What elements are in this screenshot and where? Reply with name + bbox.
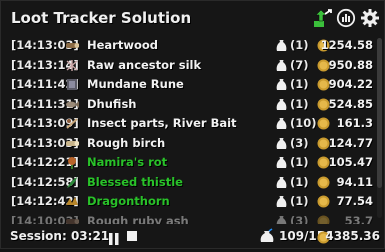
- item-quantity: (7): [290, 57, 309, 72]
- bag-icon: [276, 156, 287, 169]
- birch-log-icon: [65, 137, 80, 150]
- silk-icon: [65, 59, 79, 72]
- item-value: 94.11: [336, 174, 373, 189]
- item-name: Rough ruby ash: [87, 213, 189, 225]
- loot-row[interactable]: [14:13:09] Insect parts, River Bait (10) 16…: [1, 114, 375, 134]
- item-quantity: (3): [290, 135, 309, 150]
- bag-icon: [276, 78, 287, 91]
- wood-log-icon: [65, 39, 80, 52]
- gold-coin-icon: [317, 176, 330, 189]
- gold-coin-icon: [317, 215, 330, 224]
- loot-list[interactable]: [14:13:03] Heartwood (1) 1254.58 [14:13:14] R…: [1, 36, 375, 224]
- insect-bait-icon: [65, 117, 79, 130]
- item-value: 105.47: [328, 155, 373, 169]
- bag-icon: [276, 195, 287, 208]
- rune-icon: [65, 78, 79, 91]
- item-quantity: (10): [290, 116, 317, 130]
- pause-button[interactable]: [109, 230, 119, 245]
- item-quantity: (1): [290, 194, 309, 208]
- item-quantity: (1): [290, 174, 309, 189]
- loot-row[interactable]: [14:11:42] Mundane Rune (1) 904.22: [1, 75, 375, 95]
- loot-row[interactable]: [14:12:42] Dragonthorn (1) 77.54: [1, 192, 375, 212]
- loot-tracker-window: Loot Tracker Solution [14:13:03] Heartwo…: [0, 0, 385, 249]
- ash-log-icon: [65, 215, 80, 225]
- stop-button[interactable]: [127, 231, 137, 241]
- bag-icon: [276, 117, 287, 130]
- item-quantity: (3): [290, 213, 309, 225]
- item-value: 77.54: [336, 194, 373, 208]
- inventory-bag-icon: [259, 228, 275, 244]
- item-name: Raw ancestor silk: [87, 57, 202, 72]
- item-value: 524.85: [328, 96, 373, 111]
- scrollbar[interactable]: [377, 38, 382, 218]
- session-footer: Session: 03:21 109/150 4385.36: [1, 225, 385, 249]
- stats-icon[interactable]: [335, 7, 357, 29]
- bag-icon: [276, 137, 287, 150]
- item-name: Insect parts, River Bait: [87, 116, 237, 130]
- item-quantity: (1): [290, 77, 309, 91]
- bag-icon: [276, 215, 287, 224]
- item-quantity: (1): [290, 38, 309, 52]
- loot-row[interactable]: [14:10:03] Rough ruby ash (3) 53.7: [1, 212, 375, 225]
- loot-row[interactable]: [14:13:03] Rough birch (3) 124.77: [1, 134, 375, 154]
- item-value: 1254.58: [320, 38, 373, 52]
- item-name: Rough birch: [87, 135, 166, 150]
- bag-icon: [276, 39, 287, 52]
- scrollbar-thumb[interactable]: [377, 38, 382, 188]
- herb-icon: [65, 156, 79, 169]
- loot-row[interactable]: [14:12:21] Namira's rot (1) 105.47: [1, 153, 375, 173]
- item-value: 124.77: [328, 135, 373, 150]
- item-name: Dragonthorn: [87, 194, 170, 208]
- item-name: Namira's rot: [87, 155, 168, 169]
- item-value: 53.7: [344, 213, 373, 225]
- loot-row[interactable]: [14:12:58] Blessed thistle (1) 94.11: [1, 173, 375, 193]
- loot-row[interactable]: [14:13:14] Raw ancestor silk (7) 950.88: [1, 56, 375, 76]
- total-loot-value: 4385.36: [325, 229, 380, 243]
- bag-icon: [276, 59, 287, 72]
- gold-coin-icon: [317, 195, 330, 208]
- item-value: 904.22: [328, 77, 373, 91]
- item-name: Blessed thistle: [87, 174, 183, 189]
- bag-icon: [276, 98, 287, 111]
- session-timer: Session: 03:21: [10, 229, 110, 243]
- fish-icon: [65, 98, 79, 111]
- window-title: Loot Tracker Solution: [11, 9, 192, 27]
- loot-row[interactable]: [14:13:03] Heartwood (1) 1254.58: [1, 36, 375, 56]
- item-name: Dhufish: [87, 96, 137, 111]
- item-name: Mundane Rune: [87, 77, 184, 91]
- item-value: 950.88: [328, 57, 373, 72]
- item-quantity: (1): [290, 155, 309, 169]
- dragonthorn-icon: [65, 195, 79, 208]
- item-quantity: (1): [290, 96, 309, 111]
- bag-icon: [276, 176, 287, 189]
- settings-icon[interactable]: [359, 7, 381, 29]
- export-icon[interactable]: [311, 7, 333, 29]
- item-value: 161.3: [336, 116, 373, 130]
- title-bar: Loot Tracker Solution: [1, 1, 385, 35]
- item-name: Heartwood: [87, 38, 159, 52]
- loot-row[interactable]: [14:11:31] Dhufish (1) 524.85: [1, 95, 375, 115]
- gold-coin-icon: [317, 117, 330, 130]
- thistle-icon: [65, 176, 79, 189]
